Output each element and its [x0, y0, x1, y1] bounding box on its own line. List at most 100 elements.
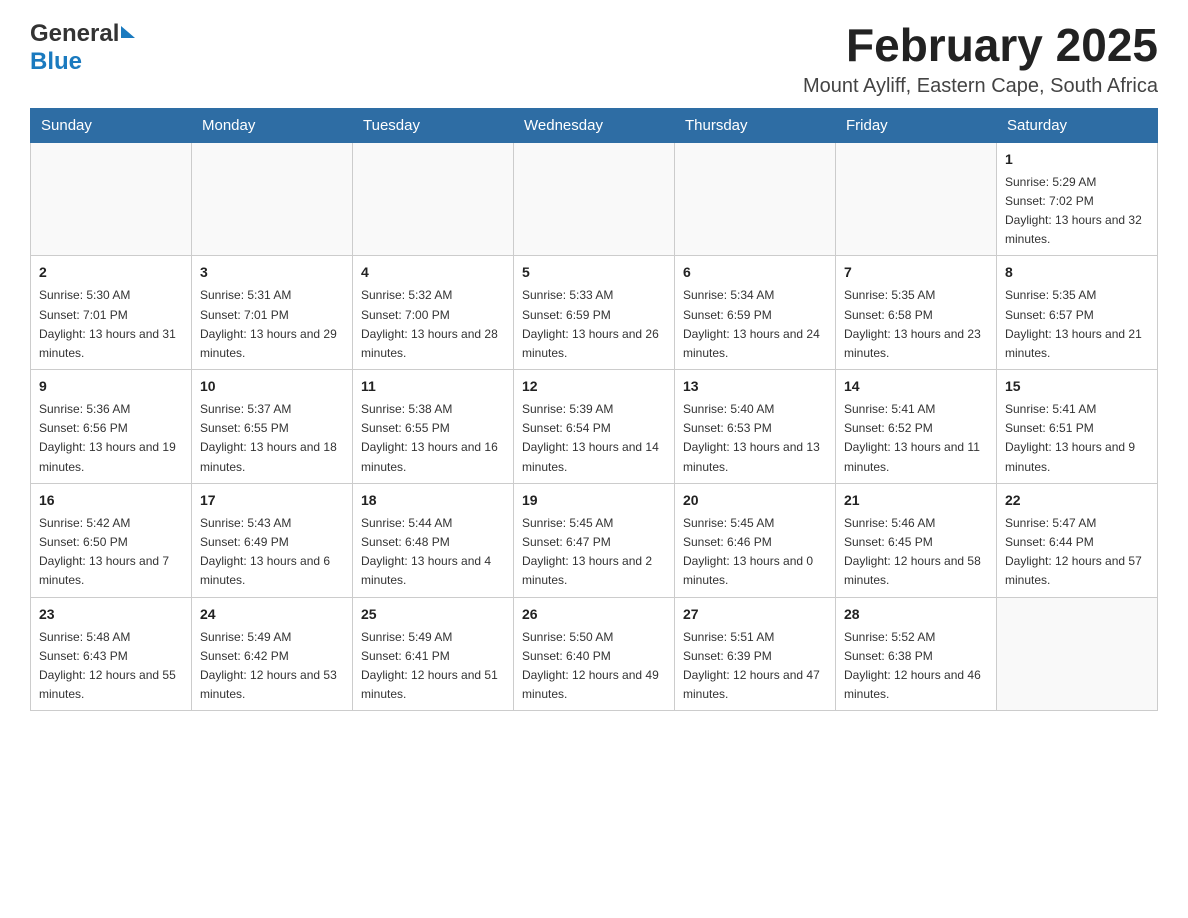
daylight-text: Daylight: 12 hours and 51 minutes. — [361, 666, 505, 704]
weekday-header: Friday — [836, 108, 997, 142]
daylight-text: Daylight: 12 hours and 57 minutes. — [1005, 552, 1149, 590]
daylight-text: Daylight: 13 hours and 2 minutes. — [522, 552, 666, 590]
month-title: February 2025 — [803, 20, 1158, 71]
calendar-week-row: 23Sunrise: 5:48 AMSunset: 6:43 PMDayligh… — [31, 597, 1158, 711]
sunrise-text: Sunrise: 5:46 AM — [844, 514, 988, 533]
sunset-text: Sunset: 6:43 PM — [39, 647, 183, 666]
daylight-text: Daylight: 13 hours and 11 minutes. — [844, 438, 988, 476]
calendar-table: SundayMondayTuesdayWednesdayThursdayFrid… — [30, 108, 1158, 712]
location-title: Mount Ayliff, Eastern Cape, South Africa — [803, 75, 1158, 98]
sunset-text: Sunset: 6:50 PM — [39, 533, 183, 552]
sunset-text: Sunset: 6:56 PM — [39, 419, 183, 438]
calendar-day-cell: 28Sunrise: 5:52 AMSunset: 6:38 PMDayligh… — [836, 597, 997, 711]
logo-general-text: General — [30, 20, 119, 48]
weekday-header: Sunday — [31, 108, 192, 142]
day-number: 21 — [844, 490, 988, 511]
calendar-day-cell: 27Sunrise: 5:51 AMSunset: 6:39 PMDayligh… — [675, 597, 836, 711]
sunrise-text: Sunrise: 5:45 AM — [522, 514, 666, 533]
logo-blue-text: Blue — [30, 48, 82, 75]
sunrise-text: Sunrise: 5:30 AM — [39, 286, 183, 305]
calendar-week-row: 16Sunrise: 5:42 AMSunset: 6:50 PMDayligh… — [31, 483, 1158, 597]
daylight-text: Daylight: 13 hours and 4 minutes. — [361, 552, 505, 590]
sunrise-text: Sunrise: 5:31 AM — [200, 286, 344, 305]
daylight-text: Daylight: 13 hours and 26 minutes. — [522, 325, 666, 363]
day-info: Sunrise: 5:41 AMSunset: 6:51 PMDaylight:… — [1005, 400, 1149, 477]
daylight-text: Daylight: 13 hours and 31 minutes. — [39, 325, 183, 363]
calendar-day-cell: 13Sunrise: 5:40 AMSunset: 6:53 PMDayligh… — [675, 370, 836, 484]
day-number: 11 — [361, 376, 505, 397]
calendar-day-cell: 10Sunrise: 5:37 AMSunset: 6:55 PMDayligh… — [192, 370, 353, 484]
day-number: 19 — [522, 490, 666, 511]
calendar-day-cell: 19 Sunrise: 5:45 AMSunset: 6:47 PMDayligh… — [514, 483, 675, 597]
calendar-day-cell — [31, 142, 192, 256]
day-info: Sunrise: 5:45 AMSunset: 6:46 PMDaylight:… — [683, 514, 827, 591]
sunrise-text: Sunrise: 5:49 AM — [200, 628, 344, 647]
calendar-day-cell: 25 Sunrise: 5:49 AMSunset: 6:41 PMDayligh… — [353, 597, 514, 711]
daylight-text: Daylight: 13 hours and 6 minutes. — [200, 552, 344, 590]
day-number: 9 — [39, 376, 183, 397]
sunset-text: Sunset: 6:59 PM — [683, 306, 827, 325]
daylight-text: Daylight: 13 hours and 29 minutes. — [200, 325, 344, 363]
sunset-text: Sunset: 6:55 PM — [200, 419, 344, 438]
day-number: 20 — [683, 490, 827, 511]
sunrise-text: Sunrise: 5:32 AM — [361, 286, 505, 305]
day-info: Sunrise: 5:36 AMSunset: 6:56 PMDaylight:… — [39, 400, 183, 477]
day-info: Sunrise: 5:42 AMSunset: 6:50 PMDaylight:… — [39, 514, 183, 591]
sunrise-text: Sunrise: 5:41 AM — [844, 400, 988, 419]
sunset-text: Sunset: 6:59 PM — [522, 306, 666, 325]
daylight-text: Daylight: 13 hours and 24 minutes. — [683, 325, 827, 363]
day-info: Sunrise: 5:35 AMSunset: 6:57 PMDaylight:… — [1005, 286, 1149, 363]
day-number: 4 — [361, 262, 505, 283]
day-info: Sunrise: 5:44 AMSunset: 6:48 PMDaylight:… — [361, 514, 505, 591]
daylight-text: Daylight: 13 hours and 0 minutes. — [683, 552, 827, 590]
calendar-day-cell — [997, 597, 1158, 711]
sunrise-text: Sunrise: 5:44 AM — [361, 514, 505, 533]
sunset-text: Sunset: 6:41 PM — [361, 647, 505, 666]
day-number: 22 — [1005, 490, 1149, 511]
logo-arrow-icon — [121, 26, 135, 38]
sunrise-text: Sunrise: 5:33 AM — [522, 286, 666, 305]
sunrise-text: Sunrise: 5:43 AM — [200, 514, 344, 533]
sunset-text: Sunset: 6:47 PM — [522, 533, 666, 552]
day-number: 5 — [522, 262, 666, 283]
sunset-text: Sunset: 6:48 PM — [361, 533, 505, 552]
calendar-day-cell — [192, 142, 353, 256]
sunrise-text: Sunrise: 5:36 AM — [39, 400, 183, 419]
calendar-day-cell — [836, 142, 997, 256]
sunset-text: Sunset: 6:58 PM — [844, 306, 988, 325]
sunset-text: Sunset: 6:42 PM — [200, 647, 344, 666]
day-info: Sunrise: 5:49 AMSunset: 6:41 PMDaylight:… — [361, 628, 505, 705]
weekday-header: Saturday — [997, 108, 1158, 142]
daylight-text: Daylight: 13 hours and 19 minutes. — [39, 438, 183, 476]
day-info: Sunrise: 5:47 AMSunset: 6:44 PMDaylight:… — [1005, 514, 1149, 591]
calendar-day-cell: 4Sunrise: 5:32 AMSunset: 7:00 PMDaylight… — [353, 256, 514, 370]
calendar-header-row: SundayMondayTuesdayWednesdayThursdayFrid… — [31, 108, 1158, 142]
calendar-week-row: 2Sunrise: 5:30 AMSunset: 7:01 PMDaylight… — [31, 256, 1158, 370]
weekday-header: Monday — [192, 108, 353, 142]
daylight-text: Daylight: 13 hours and 21 minutes. — [1005, 325, 1149, 363]
day-number: 6 — [683, 262, 827, 283]
day-info: Sunrise: 5:37 AMSunset: 6:55 PMDaylight:… — [200, 400, 344, 477]
sunset-text: Sunset: 6:38 PM — [844, 647, 988, 666]
sunrise-text: Sunrise: 5:45 AM — [683, 514, 827, 533]
calendar-day-cell: 26Sunrise: 5:50 AMSunset: 6:40 PMDayligh… — [514, 597, 675, 711]
calendar-day-cell: 17Sunrise: 5:43 AMSunset: 6:49 PMDayligh… — [192, 483, 353, 597]
daylight-text: Daylight: 12 hours and 49 minutes. — [522, 666, 666, 704]
sunrise-text: Sunrise: 5:40 AM — [683, 400, 827, 419]
sunset-text: Sunset: 6:53 PM — [683, 419, 827, 438]
day-number: 25 — [361, 604, 505, 625]
calendar-day-cell: 20 Sunrise: 5:45 AMSunset: 6:46 PMDayligh… — [675, 483, 836, 597]
day-info: Sunrise: 5:45 AMSunset: 6:47 PMDaylight:… — [522, 514, 666, 591]
day-number: 14 — [844, 376, 988, 397]
sunrise-text: Sunrise: 5:38 AM — [361, 400, 505, 419]
logo: General Blue — [30, 20, 135, 76]
daylight-text: Daylight: 13 hours and 14 minutes. — [522, 438, 666, 476]
calendar-day-cell: 18Sunrise: 5:44 AMSunset: 6:48 PMDayligh… — [353, 483, 514, 597]
sunrise-text: Sunrise: 5:49 AM — [361, 628, 505, 647]
calendar-day-cell: 2Sunrise: 5:30 AMSunset: 7:01 PMDaylight… — [31, 256, 192, 370]
sunrise-text: Sunrise: 5:41 AM — [1005, 400, 1149, 419]
calendar-week-row: 1Sunrise: 5:29 AMSunset: 7:02 PMDaylight… — [31, 142, 1158, 256]
calendar-day-cell: 9 Sunrise: 5:36 AMSunset: 6:56 PMDaylight… — [31, 370, 192, 484]
sunrise-text: Sunrise: 5:37 AM — [200, 400, 344, 419]
daylight-text: Daylight: 12 hours and 46 minutes. — [844, 666, 988, 704]
